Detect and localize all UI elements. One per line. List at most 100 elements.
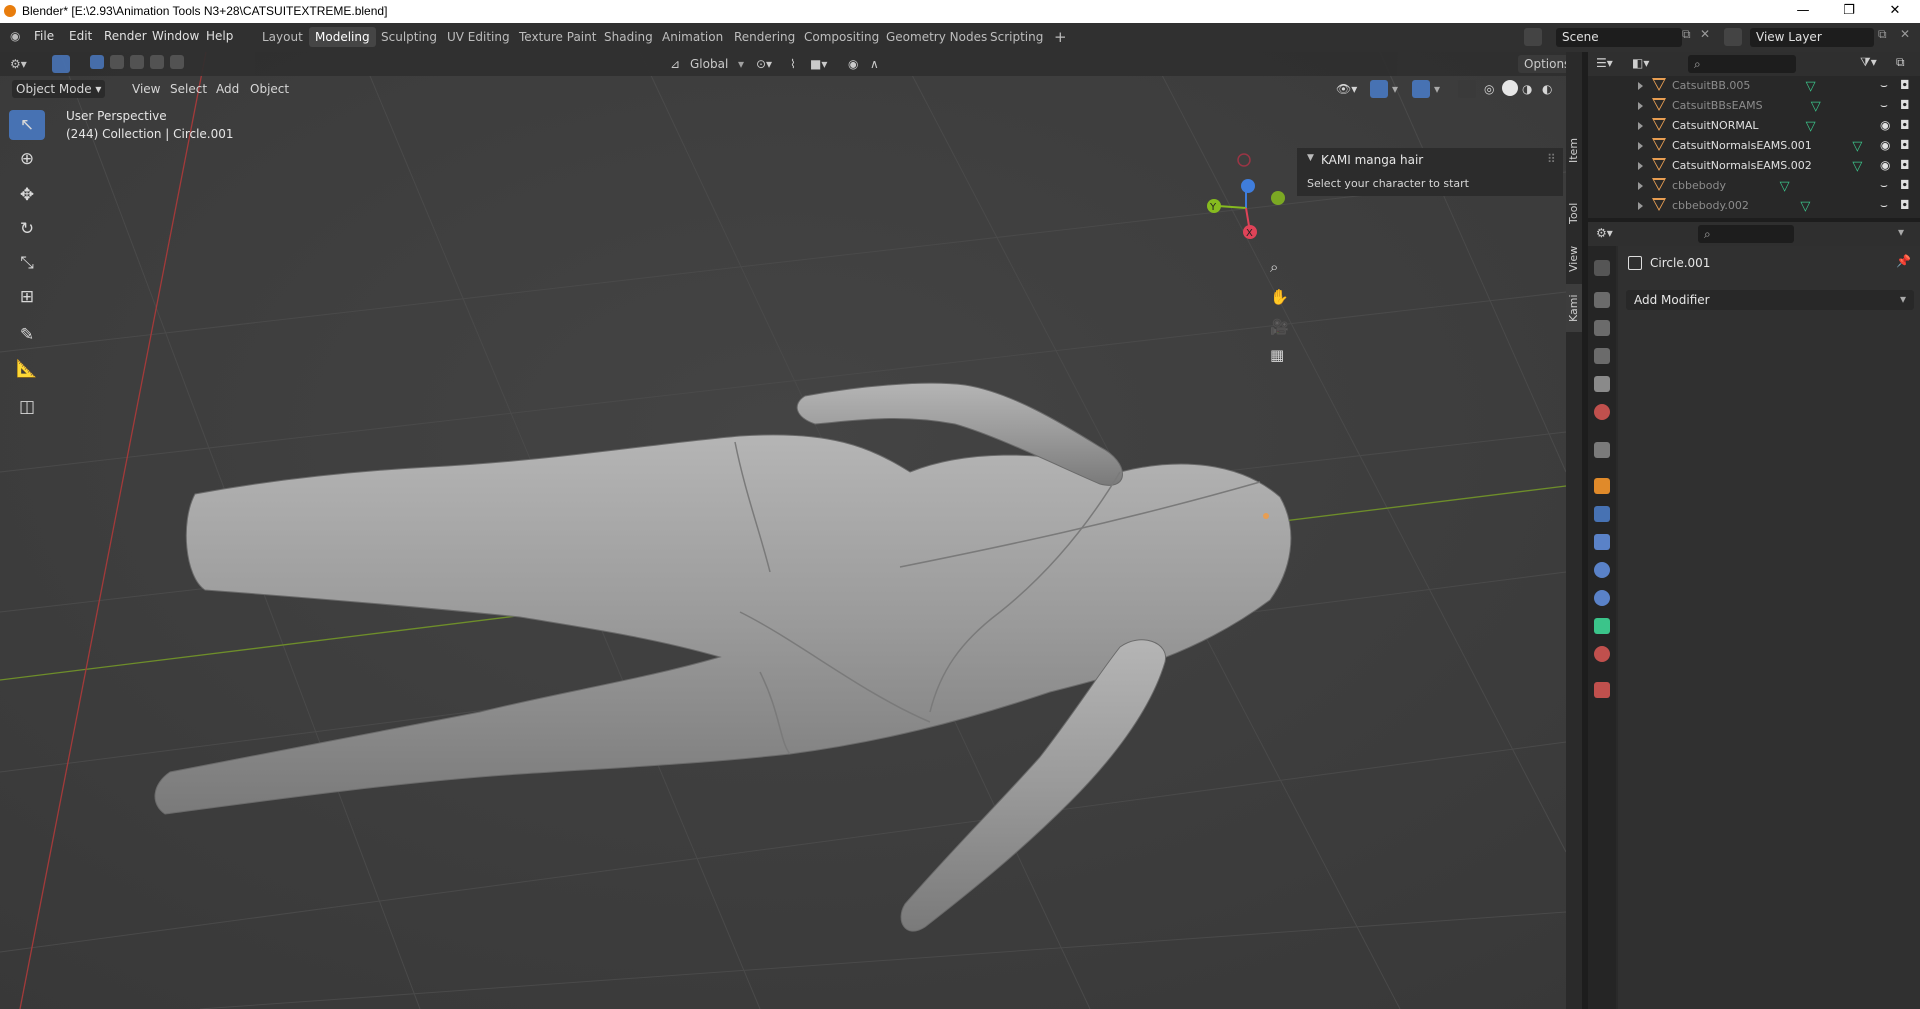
outliner-item-name[interactable]: CatsuitNormalsEAMS.001 bbox=[1672, 139, 1812, 152]
gizmo-toggle-icon[interactable] bbox=[1370, 80, 1388, 98]
tab-rendering[interactable]: Rendering bbox=[728, 27, 801, 47]
menu-select[interactable]: Select bbox=[170, 80, 207, 98]
hidden-eye-icon[interactable]: ⌣ bbox=[1880, 78, 1888, 93]
expand-triangle-icon[interactable] bbox=[1638, 162, 1643, 170]
outliner-item-name[interactable]: CatsuitNORMAL bbox=[1672, 119, 1758, 132]
menu-add[interactable]: Add bbox=[216, 80, 239, 98]
properties-search-input[interactable]: ⌕ bbox=[1698, 225, 1794, 243]
eye-icon[interactable]: ◉ bbox=[1880, 118, 1890, 132]
camera-render-icon[interactable]: ◘ bbox=[1900, 118, 1910, 132]
pin-icon[interactable]: 📌 bbox=[1896, 254, 1911, 268]
expand-triangle-icon[interactable] bbox=[1638, 202, 1643, 210]
camera-render-icon[interactable]: ◘ bbox=[1900, 78, 1910, 92]
falloff-icon[interactable]: ∧ bbox=[870, 55, 879, 73]
expand-triangle-icon[interactable] bbox=[1638, 182, 1643, 190]
outliner-row[interactable]: CatsuitBBsEAMS ▽ ⌣ ◘ bbox=[1588, 96, 1920, 116]
blender-menu-icon[interactable]: ◉ bbox=[10, 29, 20, 43]
camera-render-icon[interactable]: ◘ bbox=[1900, 158, 1910, 172]
texture-properties-tab[interactable] bbox=[1594, 682, 1610, 698]
snap-target-icon[interactable]: ■▾ bbox=[810, 55, 827, 73]
scene-properties-tab[interactable] bbox=[1594, 376, 1610, 392]
scene-new-icon[interactable]: ⧉ bbox=[1682, 27, 1691, 42]
tab-layout[interactable]: Layout bbox=[256, 27, 309, 47]
outliner-editor-type-icon[interactable]: ☰▾ bbox=[1596, 56, 1613, 70]
chevron-down-icon[interactable]: ▾ bbox=[1898, 225, 1904, 239]
tab-texture-paint[interactable]: Texture Paint bbox=[513, 27, 602, 47]
select-box-tool[interactable]: ↖ bbox=[9, 110, 45, 140]
tool-properties-tab[interactable] bbox=[1594, 260, 1610, 276]
expand-triangle-icon[interactable] bbox=[1638, 82, 1643, 90]
visibility-icon[interactable]: 👁▾ bbox=[1336, 80, 1357, 98]
menu-file[interactable]: File bbox=[34, 29, 54, 43]
hidden-eye-icon[interactable]: ⌣ bbox=[1880, 98, 1888, 113]
scene-field[interactable]: Scene bbox=[1556, 28, 1682, 47]
xray-icon[interactable] bbox=[1458, 80, 1476, 98]
scene-browse-icon[interactable] bbox=[1524, 28, 1542, 46]
outliner-row[interactable]: cbbebody ▽ ⌣ ◘ bbox=[1588, 176, 1920, 196]
wireframe-shading-icon[interactable]: ◎ bbox=[1484, 80, 1494, 98]
material-shading-icon[interactable]: ◑ bbox=[1522, 80, 1532, 98]
hidden-eye-icon[interactable]: ⌣ bbox=[1880, 198, 1888, 213]
expand-triangle-icon[interactable] bbox=[1638, 122, 1643, 130]
tab-scripting[interactable]: Scripting bbox=[984, 27, 1049, 47]
solid-shading-icon[interactable] bbox=[1502, 80, 1518, 96]
cursor-tool[interactable]: ⊕ bbox=[9, 144, 45, 174]
outliner-item-name[interactable]: CatsuitBB.005 bbox=[1672, 79, 1750, 92]
menu-object[interactable]: Object bbox=[250, 80, 289, 98]
editor-type-icon[interactable]: ⚙▾ bbox=[10, 55, 27, 73]
world-properties-tab[interactable] bbox=[1594, 404, 1610, 420]
annotate-tool[interactable]: ✎ bbox=[9, 320, 45, 350]
add-cube-tool[interactable]: ◫ bbox=[9, 392, 45, 422]
outliner-item-name[interactable]: CatsuitNormalsEAMS.002 bbox=[1672, 159, 1812, 172]
menu-window[interactable]: Window bbox=[152, 29, 199, 43]
tab-uv-editing[interactable]: UV Editing bbox=[441, 27, 516, 47]
3d-viewport[interactable]: ⚙▾ ⊿ Global ▾ ⊙▾ ⌇ ■▾ ◉ ∧ Options Object… bbox=[0, 52, 1566, 1009]
add-workspace-icon[interactable]: + bbox=[1048, 27, 1073, 47]
rendered-shading-icon[interactable]: ◐ bbox=[1542, 80, 1552, 98]
expand-triangle-icon[interactable] bbox=[1638, 102, 1643, 110]
view-layer-new-icon[interactable]: ⧉ bbox=[1878, 27, 1887, 42]
physics-properties-tab[interactable] bbox=[1594, 562, 1610, 578]
menu-view[interactable]: View bbox=[132, 80, 160, 98]
collection-properties-tab[interactable] bbox=[1594, 442, 1610, 458]
select-mode-subtract-icon[interactable] bbox=[130, 55, 144, 69]
select-mode-intersect-icon[interactable] bbox=[170, 55, 184, 69]
scale-tool[interactable]: ⤡ bbox=[9, 248, 45, 278]
outliner-item-name[interactable]: CatsuitBBsEAMS bbox=[1672, 99, 1763, 112]
minimize-button[interactable]: — bbox=[1780, 0, 1826, 23]
tab-geometry-nodes[interactable]: Geometry Nodes bbox=[880, 27, 993, 47]
camera-render-icon[interactable]: ◘ bbox=[1900, 138, 1910, 152]
particles-properties-tab[interactable] bbox=[1594, 534, 1610, 550]
view-layer-properties-tab[interactable] bbox=[1594, 348, 1610, 364]
select-mode-extend-icon[interactable] bbox=[110, 55, 124, 69]
pivot-point-icon[interactable]: ⊙▾ bbox=[756, 55, 772, 73]
tab-animation[interactable]: Animation bbox=[656, 27, 729, 47]
outliner-search-input[interactable]: ⌕ bbox=[1688, 55, 1796, 73]
display-mode-icon[interactable]: ◧▾ bbox=[1632, 56, 1649, 70]
constraints-properties-tab[interactable] bbox=[1594, 590, 1610, 606]
tab-shading[interactable]: Shading bbox=[598, 27, 659, 47]
add-modifier-dropdown[interactable]: Add Modifier ▾ bbox=[1626, 290, 1914, 310]
expand-triangle-icon[interactable] bbox=[1638, 142, 1643, 150]
properties-editor-type-icon[interactable]: ⚙▾ bbox=[1596, 226, 1613, 240]
camera-render-icon[interactable]: ◘ bbox=[1900, 178, 1910, 192]
overlay-toggle-icon[interactable] bbox=[1412, 80, 1430, 98]
data-properties-tab[interactable] bbox=[1594, 618, 1610, 634]
eye-icon[interactable]: ◉ bbox=[1880, 158, 1890, 172]
tab-modeling[interactable]: Modeling bbox=[309, 27, 376, 47]
output-properties-tab[interactable] bbox=[1594, 320, 1610, 336]
tab-tool[interactable]: Tool bbox=[1566, 192, 1582, 234]
transform-tool[interactable]: ⊞ bbox=[9, 282, 45, 312]
outliner-item-name[interactable]: cbbebody.002 bbox=[1672, 199, 1749, 212]
tab-kami[interactable]: Kami bbox=[1566, 284, 1582, 332]
outliner-row[interactable]: cbbebody.002 ▽ ⌣ ◘ bbox=[1588, 196, 1920, 216]
outliner-row[interactable]: CatsuitNORMAL ▽ ◉ ◘ bbox=[1588, 116, 1920, 136]
view-layer-remove-icon[interactable]: ✕ bbox=[1900, 27, 1910, 41]
object-properties-tab[interactable] bbox=[1594, 478, 1610, 494]
filter-icon[interactable]: ⧩▾ bbox=[1860, 55, 1877, 70]
snap-icon[interactable]: ⌇ bbox=[790, 55, 796, 73]
proportional-edit-icon[interactable]: ◉ bbox=[848, 55, 858, 73]
measure-tool[interactable]: 📐 bbox=[9, 354, 45, 384]
overlay-dropdown-icon[interactable]: ▾ bbox=[1434, 80, 1440, 98]
tab-view[interactable]: View bbox=[1566, 238, 1582, 280]
